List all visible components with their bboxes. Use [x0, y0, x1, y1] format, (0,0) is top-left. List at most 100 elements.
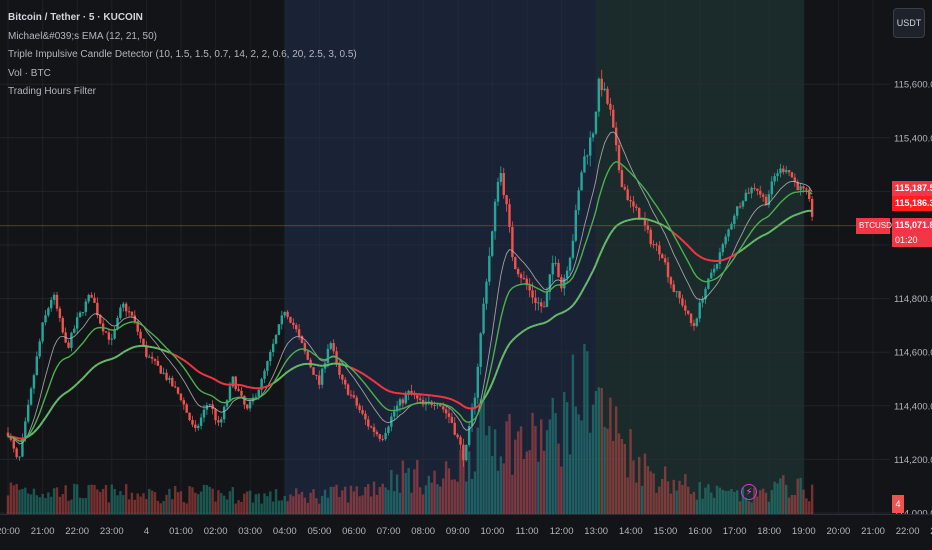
- candle-body: [378, 434, 382, 439]
- volume-bar: [35, 495, 39, 514]
- volume-bar: [248, 490, 252, 514]
- volume-bar: [260, 503, 263, 514]
- time-tick-label: 06:00: [342, 526, 366, 537]
- candle-body: [744, 192, 748, 202]
- volume-bar: [787, 497, 791, 514]
- indicator-volume[interactable]: Vol · BTC: [8, 65, 357, 84]
- volume-bar: [718, 487, 722, 514]
- volume-bar: [332, 486, 335, 514]
- volume-bar: [689, 494, 693, 514]
- candle-body: [185, 404, 188, 413]
- time-tick-label: 20:00: [0, 526, 20, 537]
- candle-body: [168, 377, 171, 380]
- volume-bar: [116, 495, 119, 514]
- candle-body: [802, 186, 805, 189]
- volume-bar: [297, 494, 301, 514]
- volume-bar: [465, 481, 468, 514]
- volume-bar: [418, 487, 422, 514]
- ema-slow-segment: [526, 326, 531, 330]
- volume-bar: [427, 475, 430, 514]
- volume-bar: [663, 466, 667, 514]
- candle-body: [632, 201, 635, 207]
- ema-slow-segment: [448, 397, 453, 401]
- volume-bar: [649, 471, 652, 514]
- ema-slow-segment: [788, 215, 793, 219]
- volume-bar: [525, 451, 528, 514]
- ema-slow-segment: [725, 257, 729, 261]
- volume-bar: [735, 490, 739, 514]
- volume-bar: [387, 489, 390, 514]
- candle-body: [50, 299, 53, 309]
- candle-body: [87, 294, 90, 302]
- candle-body: [672, 284, 675, 292]
- candle-body: [286, 311, 289, 317]
- volume-bar: [733, 491, 736, 514]
- volume-bar: [171, 499, 174, 514]
- volume-bar: [761, 488, 765, 514]
- volume-bar: [773, 481, 776, 514]
- volume-bar: [6, 495, 10, 514]
- volume-bar: [678, 480, 681, 514]
- ema-slow-segment: [730, 254, 735, 258]
- indicator-impulse-detector[interactable]: Triple Impulsive Candle Detector (10, 1.…: [8, 46, 357, 65]
- ema-slow-segment: [650, 219, 654, 223]
- time-tick-label: 11:00: [515, 526, 538, 537]
- candle-body: [479, 333, 482, 367]
- candle-body: [721, 244, 724, 253]
- volume-bar: [790, 495, 794, 514]
- volume-bar: [744, 497, 748, 514]
- indicator-ema[interactable]: Michael&#039;s EMA (12, 21, 50): [8, 28, 357, 47]
- volume-bar: [554, 413, 557, 514]
- ema-slow-segment: [131, 345, 136, 349]
- symbol-title[interactable]: Bitcoin / Tether · 5 · KUCOIN: [8, 9, 357, 28]
- candle-body: [462, 444, 465, 461]
- volume-bar: [127, 499, 131, 514]
- ema-slow-segment: [200, 372, 205, 376]
- indicator-trading-hours[interactable]: Trading Hours Filter: [8, 83, 357, 102]
- ema-slow-segment: [82, 374, 87, 379]
- ema-slow-segment: [188, 363, 194, 368]
- volume-bar: [113, 488, 116, 514]
- lightning-icon[interactable]: ⚡: [741, 484, 757, 500]
- candle-body: [139, 331, 142, 339]
- volume-bar: [295, 488, 298, 514]
- time-tick-label: 07:00: [377, 526, 401, 537]
- volume-bar: [315, 498, 318, 514]
- volume-bar: [73, 483, 76, 514]
- volume-bar: [589, 432, 592, 514]
- volume-bar: [407, 467, 410, 514]
- volume-bar: [306, 502, 309, 514]
- ema-slow-segment: [134, 345, 138, 348]
- time-tick-label: 4: [144, 526, 149, 537]
- ema-slow-segment: [385, 388, 389, 392]
- ema-slow-segment: [223, 383, 228, 386]
- candle-body: [456, 434, 459, 438]
- ema-slow-segment: [327, 363, 332, 366]
- volume-bar: [398, 492, 402, 514]
- volume-bar: [165, 494, 168, 514]
- ema-slow-segment: [342, 363, 346, 367]
- candle-body: [110, 338, 113, 340]
- candle-body: [591, 133, 595, 138]
- candle-body: [90, 294, 93, 298]
- currency-button[interactable]: USDT: [893, 8, 925, 38]
- candle-body: [182, 400, 186, 405]
- ema-slow-segment: [624, 219, 628, 223]
- candle-body: [401, 399, 405, 404]
- volume-bar: [29, 494, 33, 514]
- candle-body: [271, 343, 275, 352]
- volume-bar: [459, 449, 462, 514]
- candle-body: [652, 244, 655, 246]
- ema-slow-segment: [791, 214, 796, 218]
- volume-bar: [202, 484, 206, 514]
- ema-slow-segment: [705, 258, 709, 262]
- candle-body: [528, 285, 531, 291]
- ema-slow-segment: [281, 373, 286, 378]
- candle-body: [156, 360, 160, 366]
- ema-slow-segment: [800, 211, 804, 215]
- ema-slow-segment: [247, 385, 251, 389]
- candle-body: [326, 348, 330, 364]
- candle-body: [514, 257, 517, 269]
- volume-bar: [61, 494, 64, 514]
- candle-body: [240, 390, 243, 396]
